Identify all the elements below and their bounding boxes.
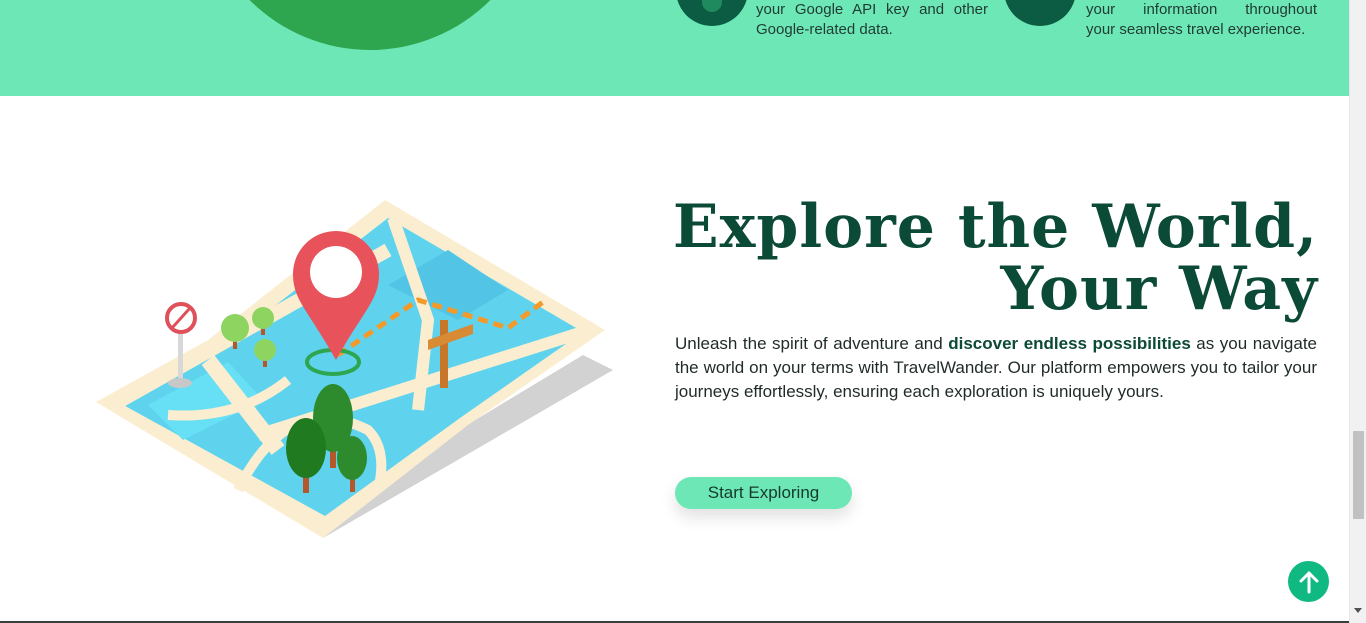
vertical-scrollbar[interactable] xyxy=(1349,0,1366,623)
shield-icon xyxy=(1004,0,1076,26)
hero-title-line: Your Way xyxy=(1000,254,1318,324)
scroll-to-top-button[interactable] xyxy=(1288,561,1329,602)
description-highlight: discover endless possibilities xyxy=(948,334,1191,353)
feature-line: your seamless travel experience. xyxy=(1086,21,1306,38)
scrollbar-thumb[interactable] xyxy=(1353,431,1364,519)
key-icon xyxy=(676,0,748,26)
hero-title-line: Explore the World, xyxy=(672,192,1318,262)
map-illustration xyxy=(96,200,613,538)
feature-description: your information throughout your seamles… xyxy=(1086,0,1317,40)
features-band: your Google API key and other Google-rel… xyxy=(0,0,1349,96)
feature-line: your information throughout xyxy=(1086,1,1317,18)
feature-description: your Google API key and other Google-rel… xyxy=(756,0,988,40)
start-exploring-button[interactable]: Start Exploring xyxy=(675,477,852,509)
hero-title: Explore the World, Your Way xyxy=(640,196,1318,320)
description-text: Unleash the spirit of adventure and xyxy=(675,334,949,353)
arrow-up-icon xyxy=(1299,571,1318,593)
feature-line: Google-related data. xyxy=(756,21,893,38)
donut-chart-graphic xyxy=(249,0,491,50)
scroll-down-arrow-icon[interactable] xyxy=(1354,608,1362,613)
feature-line: your Google API key and other xyxy=(756,1,988,18)
hero-description: Unleash the spirit of adventure and disc… xyxy=(675,332,1317,404)
